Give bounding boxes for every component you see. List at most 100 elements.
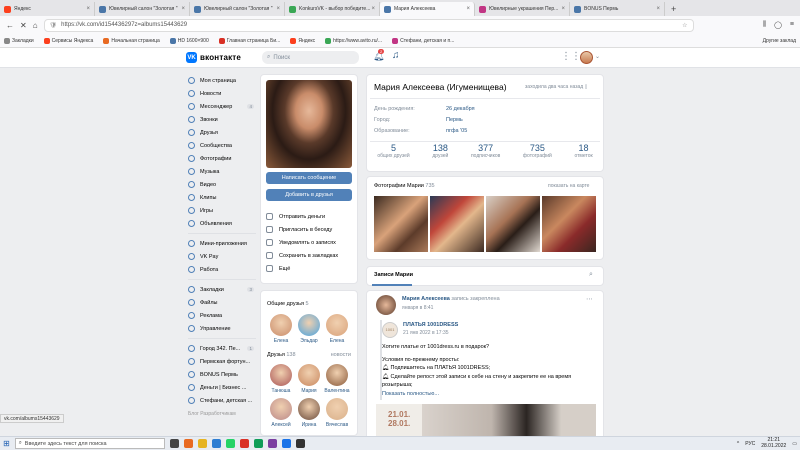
menu-item[interactable]: Сообщества bbox=[188, 139, 256, 152]
bookmark-item[interactable]: Закладки bbox=[4, 37, 34, 44]
menu-item[interactable]: Звонки bbox=[188, 113, 256, 126]
common-friends-title[interactable]: Общие друзья 5 bbox=[267, 301, 351, 307]
app-icon[interactable] bbox=[253, 439, 263, 448]
friend-item[interactable]: Эльдар bbox=[295, 314, 323, 344]
menu-item[interactable]: Город 342. Пе... 1 bbox=[188, 342, 256, 355]
counter[interactable]: 18 отметок bbox=[574, 143, 592, 159]
menu-item[interactable]: Новости bbox=[188, 87, 256, 100]
taskbar-search[interactable]: ⌕ Введите здесь текст для поиска bbox=[14, 438, 165, 449]
add-friend-button[interactable]: Добавить в друзья bbox=[266, 189, 352, 201]
more-options-icon[interactable]: ⋯ bbox=[586, 295, 593, 303]
counter[interactable]: 377 подписчиков bbox=[471, 143, 500, 159]
bookmark-item[interactable]: Начальная страница bbox=[103, 37, 160, 44]
menu-item[interactable]: BONUS Пермь bbox=[188, 368, 256, 381]
music-icon[interactable]: ♫ bbox=[392, 50, 400, 61]
avatar[interactable] bbox=[580, 51, 593, 64]
menu-item[interactable]: Мессенджер 4 bbox=[188, 100, 256, 113]
browser-tab[interactable]: BONUS Пермь × bbox=[570, 2, 665, 16]
folder-icon[interactable] bbox=[197, 439, 207, 448]
repost-date[interactable]: 21 янв 2022 в 17:35 bbox=[403, 330, 449, 336]
counter[interactable]: 5 общих друзей bbox=[377, 143, 409, 159]
menu-item[interactable]: Друзья bbox=[188, 126, 256, 139]
photo-thumb[interactable] bbox=[374, 196, 428, 252]
profile-action[interactable]: Сохранить в закладках bbox=[266, 249, 356, 262]
close-tab-icon[interactable]: × bbox=[371, 6, 375, 12]
search-icon[interactable]: ⌕ bbox=[589, 271, 593, 279]
photo-thumb[interactable] bbox=[542, 196, 596, 252]
vk-logo[interactable]: VK вконтакте bbox=[186, 52, 241, 63]
menu-item[interactable]: Управление bbox=[188, 322, 256, 335]
close-tab-icon[interactable]: × bbox=[466, 6, 470, 12]
menu-item[interactable]: Работа bbox=[188, 263, 256, 276]
browser-tab[interactable]: Ювелирный салон "Золотая " × bbox=[190, 2, 285, 16]
menu-item[interactable]: VK Pay bbox=[188, 250, 256, 263]
post-image[interactable]: 21.01. 28.01. bbox=[376, 404, 596, 440]
friends-more-link[interactable]: новости bbox=[331, 352, 351, 358]
word-icon[interactable] bbox=[211, 439, 221, 448]
menu-item[interactable]: Музыка bbox=[188, 165, 256, 178]
account-icon[interactable]: ◯ bbox=[774, 21, 782, 29]
browser-tab[interactable]: KonkursVK - выбор победите... × bbox=[285, 2, 380, 16]
address-bar[interactable]: 🛡 https://vk.com/id154436297z=albums1544… bbox=[43, 18, 694, 32]
bookmark-item[interactable]: Яндекс bbox=[290, 37, 315, 44]
wall-tab-posts[interactable]: Записи Марии bbox=[374, 272, 413, 278]
bookmark-item[interactable]: Сервисы Яндекса bbox=[43, 37, 93, 44]
close-tab-icon[interactable]: × bbox=[86, 6, 90, 12]
show-more-link[interactable]: Показать полностью... bbox=[382, 390, 597, 399]
friend-item[interactable]: Вячеслав bbox=[323, 398, 351, 428]
notifications-icon[interactable]: ▭ bbox=[792, 441, 797, 447]
menu-item[interactable]: Объявления bbox=[188, 217, 256, 230]
other-bookmarks[interactable]: Другие заклад bbox=[763, 38, 796, 44]
friend-item[interactable]: Елена bbox=[267, 314, 295, 344]
repost-group-name[interactable]: ПЛАТЬЯ 1001DRESS bbox=[403, 322, 458, 328]
chevron-down-icon[interactable]: ⌄ bbox=[595, 53, 600, 60]
browser-tab[interactable]: Яндекс × bbox=[0, 2, 95, 16]
menu-item[interactable]: Реклама bbox=[188, 309, 256, 322]
menu-item[interactable]: Мини-приложения bbox=[188, 237, 256, 250]
menu-item[interactable]: Видео bbox=[188, 178, 256, 191]
new-tab-button[interactable]: + bbox=[665, 2, 682, 16]
browser-tab[interactable]: Ювелирные украшения Пер... × bbox=[475, 2, 570, 16]
counter[interactable]: 138 друзей bbox=[432, 143, 448, 159]
friend-item[interactable]: Мария bbox=[295, 364, 323, 394]
friend-item[interactable]: Валентина bbox=[323, 364, 351, 394]
close-tab-icon[interactable]: × bbox=[656, 6, 660, 12]
profile-action[interactable]: Уведомлять о записях bbox=[266, 236, 356, 249]
repost-group-avatar[interactable]: 1001 bbox=[382, 322, 398, 338]
menu-item[interactable]: Файлы bbox=[188, 296, 256, 309]
friend-item[interactable]: Танюша bbox=[267, 364, 295, 394]
photo-thumb[interactable] bbox=[486, 196, 540, 252]
friends-title[interactable]: Друзья 138 новости bbox=[267, 352, 351, 358]
menu-item[interactable]: Закладки 3 bbox=[188, 283, 256, 296]
post-author-avatar[interactable] bbox=[376, 295, 396, 315]
menu-item[interactable]: Деньги | Бизнес ... bbox=[188, 381, 256, 394]
app-icon[interactable] bbox=[267, 439, 277, 448]
bookmark-item[interactable]: https://www.avito.ru/... bbox=[325, 37, 382, 44]
bookmark-item[interactable]: Стефани, детская и п... bbox=[392, 37, 454, 44]
library-icon[interactable]: ⫼ bbox=[763, 21, 766, 29]
menu-item[interactable]: Моя страница bbox=[188, 74, 256, 87]
info-value[interactable]: пгфа '05 bbox=[446, 128, 467, 139]
bookmark-item[interactable]: HD 1600×900 bbox=[169, 37, 209, 44]
info-value[interactable]: 26 декабря bbox=[446, 106, 475, 117]
task-view-icon[interactable] bbox=[169, 439, 179, 448]
profile-photo[interactable] bbox=[266, 80, 352, 168]
photos-title[interactable]: Фотографии Марии 735 bbox=[374, 183, 435, 189]
menu-footer[interactable]: Блог Разработчикам bbox=[188, 411, 256, 417]
menu-item[interactable]: Стефани, детская ... bbox=[188, 394, 256, 407]
show-on-map-link[interactable]: показать на карте bbox=[548, 183, 589, 189]
profile-action[interactable]: Отправить деньги bbox=[266, 210, 356, 223]
friend-item[interactable]: Алексей bbox=[267, 398, 295, 428]
menu-item[interactable]: Игры bbox=[188, 204, 256, 217]
menu-icon[interactable]: ≡ bbox=[790, 21, 794, 29]
menu-item[interactable]: Пермская фортун... bbox=[188, 355, 256, 368]
app-icon[interactable] bbox=[239, 439, 249, 448]
photo-thumb[interactable] bbox=[430, 196, 484, 252]
write-message-button[interactable]: Написать сообщение bbox=[266, 172, 352, 184]
apps-grid-icon[interactable]: ⋮⋮ bbox=[561, 51, 581, 62]
menu-item[interactable]: Фотографии bbox=[188, 152, 256, 165]
close-tab-icon[interactable]: × bbox=[181, 6, 185, 12]
close-icon[interactable]: ✕ bbox=[20, 21, 27, 30]
app-icon[interactable] bbox=[281, 439, 291, 448]
bookmark-item[interactable]: Главная страница Би... bbox=[218, 37, 280, 44]
